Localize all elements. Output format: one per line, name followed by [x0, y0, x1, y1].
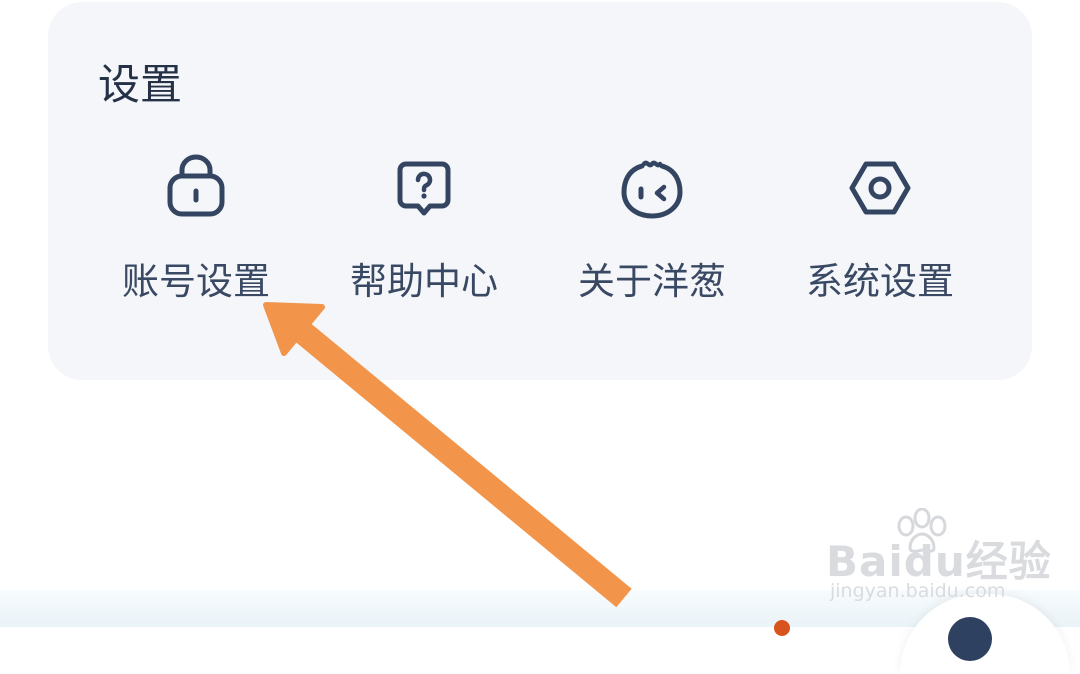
baidu-url: jingyan.baidu.com [830, 580, 1006, 602]
account-settings-label: 账号设置 [122, 260, 270, 303]
help-bubble-icon [388, 152, 460, 224]
settings-title: 设置 [98, 60, 183, 109]
avatar[interactable] [948, 617, 992, 661]
settings-card: 设置 账号设置 帮助中心 关于洋葱 系统设置 [48, 2, 1032, 380]
help-center-label: 帮助中心 [350, 260, 498, 303]
about-onion-button[interactable]: 关于洋葱 [552, 152, 752, 322]
help-center-button[interactable]: 帮助中心 [324, 152, 524, 322]
onion-mascot-icon [616, 152, 688, 224]
lock-icon [160, 152, 232, 224]
account-settings-button[interactable]: 账号设置 [96, 152, 296, 322]
about-onion-label: 关于洋葱 [578, 260, 726, 303]
notification-dot [774, 620, 790, 636]
system-settings-label: 系统设置 [806, 260, 954, 303]
system-settings-button[interactable]: 系统设置 [780, 152, 980, 322]
baidu-watermark: Baidu经验 jingyan.baidu.com [826, 508, 1051, 608]
hexagon-gear-icon [844, 152, 916, 224]
